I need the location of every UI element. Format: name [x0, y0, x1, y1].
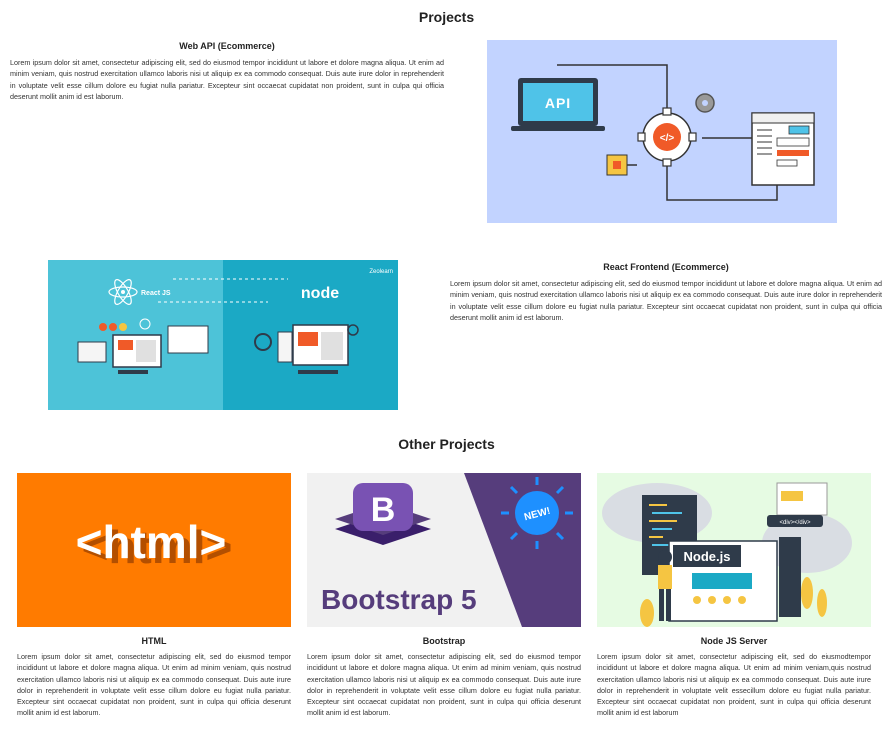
nodejs-illustration-icon: <div></div> Node.js [597, 473, 871, 627]
project-description-react-frontend: Lorem ipsum dolor sit amet, consectetur … [450, 279, 882, 322]
projects-heading: Projects [418, 9, 475, 25]
svg-text:B: B [371, 491, 396, 529]
svg-text:</>: </> [660, 133, 675, 144]
other-projects-heading: Other Projects [398, 436, 495, 452]
api-illustration-icon: API </> [487, 40, 837, 223]
api-label: API [545, 95, 571, 111]
bootstrap-5-label: Bootstrap 5 [321, 584, 477, 615]
react-node-illustration-icon: React JS node Zeolearn [48, 260, 398, 410]
project-image-web-api: API </> [487, 40, 837, 223]
card-title-html: HTML [141, 636, 167, 646]
project-title-web-api: Web API (Ecommerce) [179, 41, 275, 51]
card-description-bootstrap: Lorem ipsum dolor sit amet, consectetur … [307, 652, 581, 718]
html-logo-text: <html> [76, 516, 227, 568]
card-image-html: <html> <html> [17, 473, 291, 627]
card-image-nodejs: <div></div> Node.js [597, 473, 871, 627]
card-image-bootstrap: NEW! B Bootstrap 5 [307, 473, 581, 627]
bootstrap-logo-icon: NEW! B Bootstrap 5 [307, 473, 581, 627]
card-description-html: Lorem ipsum dolor sit amet, consectetur … [17, 652, 291, 718]
html-logo-icon: <html> <html> [17, 473, 291, 627]
react-js-label: React JS [141, 290, 171, 297]
project-description-web-api: Lorem ipsum dolor sit amet, consectetur … [10, 58, 444, 101]
node-label: node [301, 285, 339, 302]
project-title-react-frontend: React Frontend (Ecommerce) [603, 262, 729, 272]
card-title-bootstrap: Bootstrap [422, 636, 466, 646]
card-title-nodejs: Node JS Server [700, 636, 768, 646]
nodejs-label: Node.js [684, 549, 731, 564]
project-image-react-frontend: React JS node Zeolearn [48, 260, 398, 410]
div-tag-label: <div></div> [779, 520, 811, 526]
card-description-nodejs: Lorem ipsum dolor sit amet, consectetur … [597, 652, 871, 718]
zeolearn-brand: Zeolearn [369, 269, 393, 275]
